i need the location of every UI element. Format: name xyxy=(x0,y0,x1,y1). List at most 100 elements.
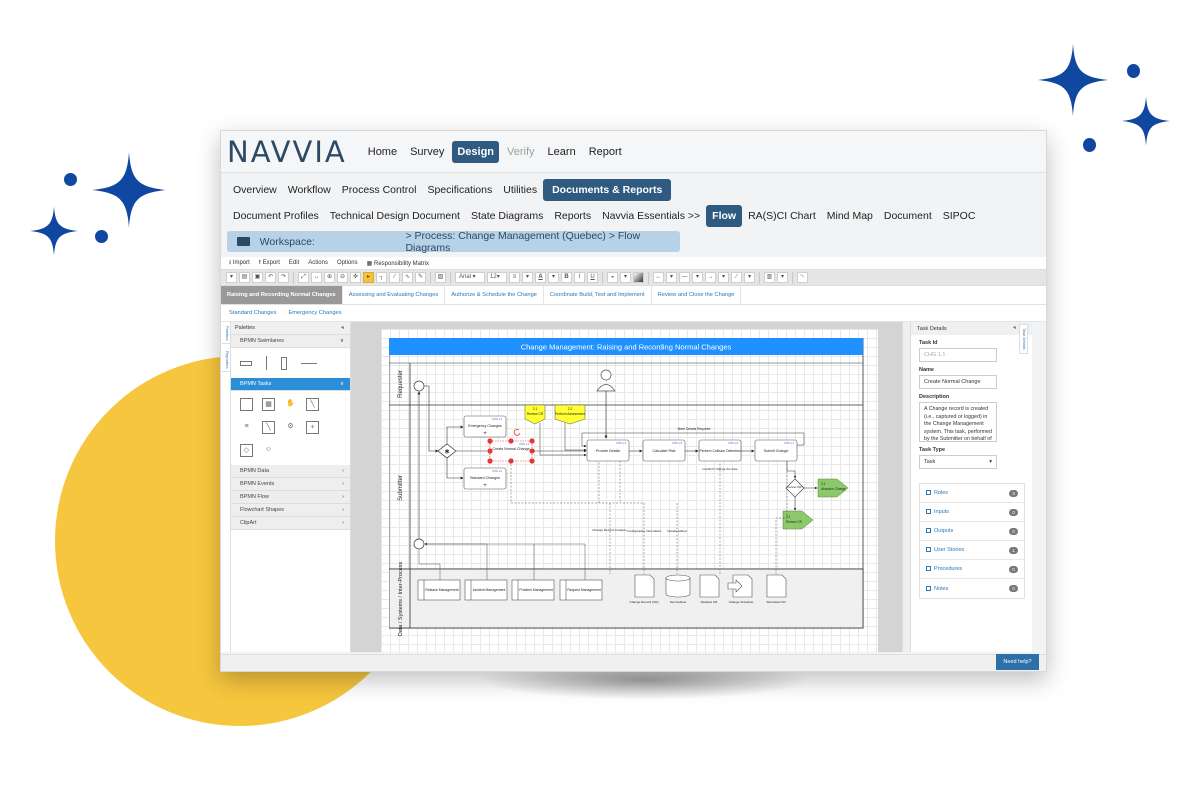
nav-home[interactable]: Home xyxy=(363,141,402,163)
user-task-shape[interactable]: ☺ xyxy=(262,444,275,457)
line-color-icon[interactable]: ∕ xyxy=(731,272,742,283)
line-start-icon[interactable]: ← xyxy=(653,272,664,283)
docnav-sipoc[interactable]: SIPOC xyxy=(938,205,981,227)
zoom-out-icon[interactable]: ⊖ xyxy=(337,272,348,283)
subnav-specifications[interactable]: Specifications xyxy=(422,179,497,201)
pin-icon[interactable]: ⫣ xyxy=(341,325,344,332)
name-field[interactable]: Create Normal Change xyxy=(919,375,997,389)
process-release-management[interactable]: Release Management xyxy=(417,579,461,601)
line-icon[interactable]: ∕ xyxy=(389,272,400,283)
save-icon[interactable]: ▤ xyxy=(239,272,250,283)
docnav-technical-design-document[interactable]: Technical Design Document xyxy=(325,205,465,227)
fit-width-icon[interactable]: ↔ xyxy=(311,272,322,283)
tab-assessing-evaluating[interactable]: Assessing and Evaluating Changes xyxy=(343,286,446,304)
side-tab-reporters[interactable]: Reporters xyxy=(222,348,230,372)
data-object-submitted-cr[interactable]: Submitted CR xyxy=(766,574,786,604)
redo-icon[interactable]: ↷ xyxy=(278,272,289,283)
vertical-divider-shape[interactable] xyxy=(266,356,267,370)
line-style-icon[interactable]: — xyxy=(679,272,690,283)
gradient-icon[interactable] xyxy=(633,272,644,283)
dropdown-icon[interactable]: ▾ xyxy=(666,272,677,283)
process-incident-management[interactable]: Incident Management xyxy=(464,579,508,601)
tab-coordinate-build[interactable]: Coordinate Build, Test and Implement xyxy=(544,286,652,304)
palette-section-bpmn-events[interactable]: BPMN Events › xyxy=(231,478,350,491)
receive-task-shape[interactable]: ╲ xyxy=(262,421,275,434)
palette-section-bpmn-flow[interactable]: BPMN Flow › xyxy=(231,491,350,504)
process-problem-management[interactable]: Problem Management xyxy=(511,579,555,601)
horizontal-divider-shape[interactable] xyxy=(301,362,317,364)
bold-icon[interactable]: B xyxy=(561,272,572,283)
tab-review-close[interactable]: Review and Close the Change xyxy=(652,286,742,304)
business-rule-shape[interactable]: ◇ xyxy=(240,444,253,457)
print-icon[interactable]: ▣ xyxy=(252,272,263,283)
pin-icon[interactable]: ⫣ xyxy=(1013,325,1016,332)
dropdown-icon[interactable]: ▾ xyxy=(226,272,237,283)
underline-icon[interactable]: U xyxy=(587,272,598,283)
undo-icon[interactable]: ↶ xyxy=(265,272,276,283)
link-emergency-changes[interactable]: Emergency Changes xyxy=(288,310,341,316)
workspace-path[interactable]: > Process: Change Management (Quebec) > … xyxy=(405,230,680,254)
connector-icon[interactable]: ┐ xyxy=(376,272,387,283)
link-standard-changes[interactable]: Standard Changes xyxy=(229,310,276,316)
description-textarea[interactable]: A Change record is created (i.e., captur… xyxy=(919,402,997,442)
nav-survey[interactable]: Survey xyxy=(405,141,449,163)
curve-icon[interactable]: ∿ xyxy=(402,272,413,283)
menu-export[interactable]: ⭱ Export xyxy=(259,258,280,268)
palette-section-flowchart-shapes[interactable]: Flowchart Shapes › xyxy=(231,504,350,517)
vertical-lane-shape[interactable] xyxy=(281,356,287,370)
process-request-management[interactable]: Request Management xyxy=(559,579,603,601)
tab-authorize-schedule[interactable]: Authorize & Schedule the Change xyxy=(445,286,544,304)
table-task-shape[interactable]: ▦ xyxy=(262,398,275,411)
service-task-shape[interactable]: ⚙ xyxy=(284,421,297,434)
palette-section-bpmn-swimlanes[interactable]: BPMN Swimlanes ∨ xyxy=(231,335,350,348)
menu-import[interactable]: ⭳ Import xyxy=(229,258,250,268)
subnav-overview[interactable]: Overview xyxy=(228,179,282,201)
start-event[interactable] xyxy=(413,380,425,392)
link-user-stories[interactable]: User Stories 1 xyxy=(920,541,1024,560)
delete-icon[interactable]: ␡ xyxy=(797,272,808,283)
rotate-handle-icon[interactable] xyxy=(513,428,521,436)
align-icon[interactable]: ≡ xyxy=(509,272,520,283)
nav-report[interactable]: Report xyxy=(584,141,627,163)
pointer-tool-icon[interactable]: ▸ xyxy=(363,272,374,283)
menu-actions[interactable]: Actions xyxy=(308,260,328,266)
menu-edit[interactable]: Edit xyxy=(289,260,299,266)
menu-options[interactable]: Options xyxy=(337,260,358,266)
docnav-flow[interactable]: Flow xyxy=(706,205,743,227)
docnav-rasci-chart[interactable]: RA(S)CI Chart xyxy=(743,205,821,227)
font-size-select[interactable]: 12▾ xyxy=(487,272,507,283)
horizontal-pool-shape[interactable] xyxy=(240,360,252,366)
docnav-document[interactable]: Document xyxy=(879,205,937,227)
link-procedures[interactable]: Procedures 0 xyxy=(920,560,1024,579)
tab-raising-recording[interactable]: Raising and Recording Normal Changes xyxy=(221,286,343,304)
manual-task-shape[interactable]: ✋ xyxy=(284,398,297,411)
dropdown-icon[interactable]: ▾ xyxy=(522,272,533,283)
edit-shape-icon[interactable]: ✎ xyxy=(415,272,426,283)
font-family-select[interactable]: Arial ▾ xyxy=(455,272,485,283)
palette-section-bpmn-data[interactable]: BPMN Data › xyxy=(231,465,350,478)
link-roles[interactable]: Roles 3 xyxy=(920,484,1024,503)
italic-icon[interactable]: I xyxy=(574,272,585,283)
dropdown-icon[interactable]: ▾ xyxy=(777,272,788,283)
side-tab-palettes[interactable]: Palettes xyxy=(222,324,230,344)
dropdown-icon[interactable]: ▾ xyxy=(718,272,729,283)
docnav-document-profiles[interactable]: Document Profiles xyxy=(228,205,324,227)
canvas-vertical-scrollbar[interactable] xyxy=(902,322,910,652)
fit-page-icon[interactable]: ⤢ xyxy=(298,272,309,283)
task-type-select[interactable]: Task ▾ xyxy=(919,455,997,469)
need-help-button[interactable]: Need help? xyxy=(996,654,1039,670)
subnav-documents-reports[interactable]: Documents & Reports xyxy=(543,178,672,201)
nav-design[interactable]: Design xyxy=(452,140,500,163)
script-task-shape[interactable]: ≡ xyxy=(240,421,253,434)
dropdown-icon[interactable]: ▾ xyxy=(692,272,703,283)
link-outputs[interactable]: Outputs 0 xyxy=(920,522,1024,541)
docnav-state-diagrams[interactable]: State Diagrams xyxy=(466,205,548,227)
navvia-logo[interactable]: NAVVIA xyxy=(227,135,347,169)
subnav-workflow[interactable]: Workflow xyxy=(283,179,336,201)
palette-section-clipart[interactable]: ClipArt › xyxy=(231,517,350,530)
subprocess-shape[interactable]: + xyxy=(306,421,319,434)
arrange-icon[interactable]: ▥ xyxy=(764,272,775,283)
dropdown-icon[interactable]: ▾ xyxy=(620,272,631,283)
fill-color-icon[interactable]: ◒ xyxy=(607,272,618,283)
menu-responsibility-matrix[interactable]: ▦ Responsibility Matrix xyxy=(367,260,429,267)
